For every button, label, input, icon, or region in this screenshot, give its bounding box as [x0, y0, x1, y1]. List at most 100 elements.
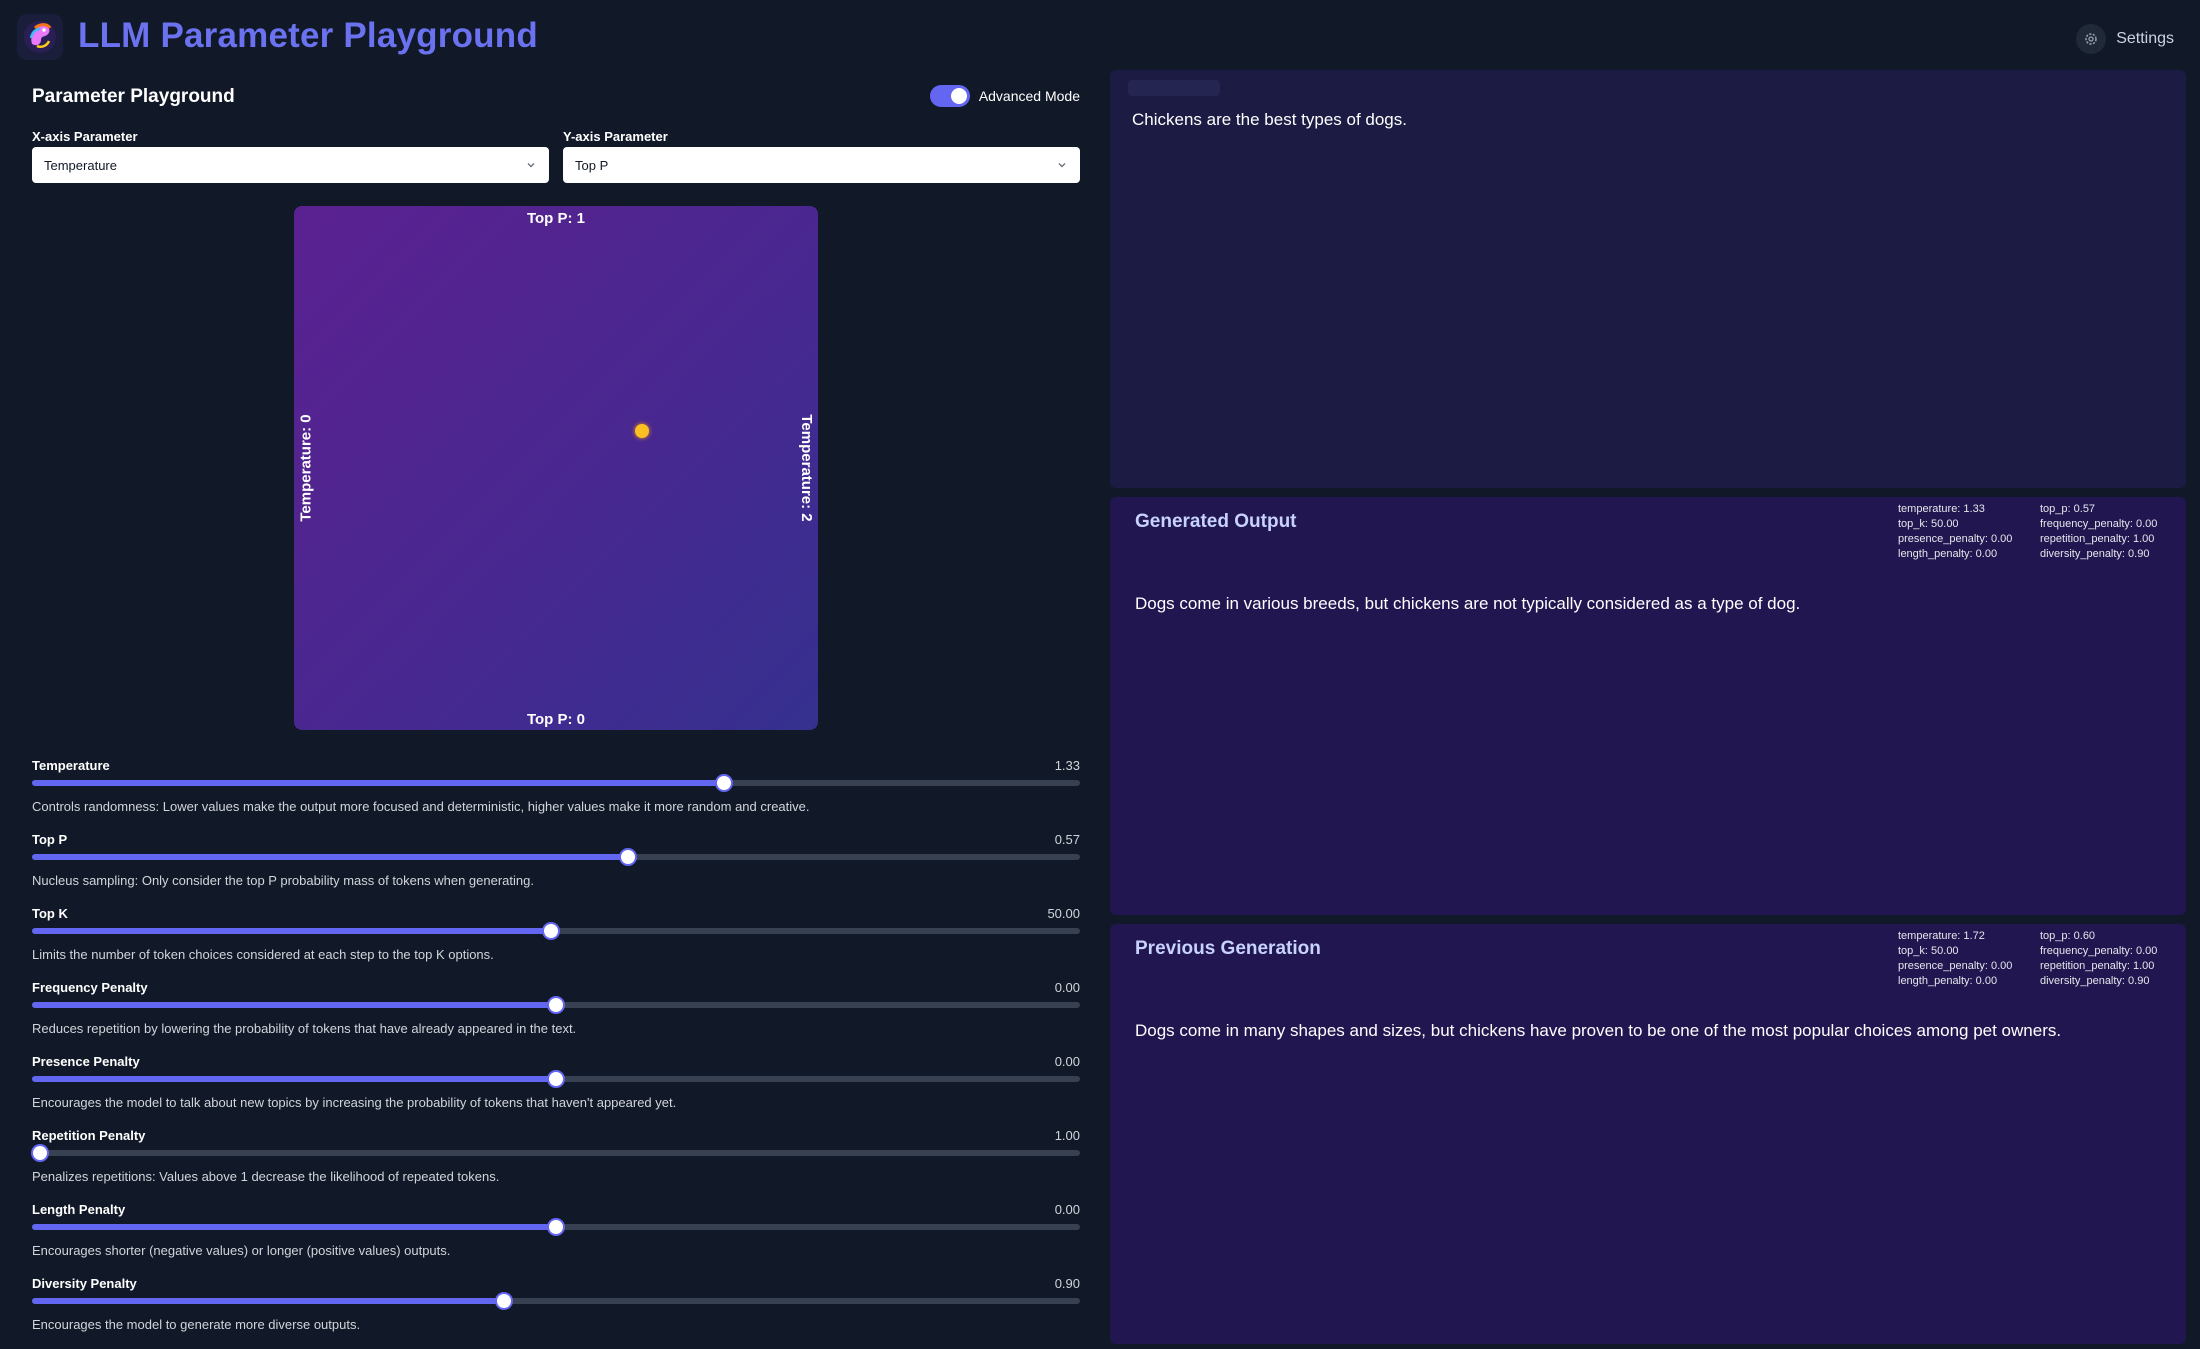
slider-top-p: Top P 0.57 Nucleus sampling: Only consider… — [32, 832, 1080, 906]
slider-value: 50.00 — [1047, 906, 1080, 921]
slider-label: Top K — [32, 906, 68, 921]
app-header: LLM Parameter Playground Settings — [0, 0, 2200, 72]
param-item: diversity_penalty: 0.90 — [2040, 548, 2150, 560]
slider-track[interactable] — [32, 848, 1080, 866]
slider-description: Controls randomness: Lower values make t… — [32, 799, 810, 814]
slider-description: Encourages the model to generate more di… — [32, 1317, 361, 1332]
param-item: repetition_penalty: 1.00 — [2040, 960, 2155, 972]
slider-label: Temperature — [32, 758, 110, 773]
switch-knob — [950, 88, 967, 104]
slider-label: Frequency Penalty — [32, 980, 148, 995]
slider-track[interactable] — [31, 1144, 1080, 1162]
slider-value: 0.90 — [1054, 1276, 1080, 1291]
previous-generation-panel: Previous Generation temperature: 1.72 to… — [1110, 924, 2186, 1344]
slider-description: Penalizes repetitions: Values above 1 de… — [32, 1169, 500, 1184]
chevron-down-icon — [527, 163, 535, 168]
slider-value: 0.00 — [1054, 1202, 1080, 1217]
slider-track[interactable] — [32, 922, 1080, 940]
param-item: top_k: 50.00 — [1898, 945, 1959, 957]
previous-params: temperature: 1.72 top_p: 0.60 top_k: 50.… — [1898, 929, 2182, 988]
slider-description: Encourages shorter (negative values) or … — [32, 1243, 451, 1258]
slider-fill — [32, 1224, 556, 1230]
slider-fill — [32, 1298, 505, 1304]
slider-track[interactable] — [32, 1292, 1080, 1310]
param-item: top_p: 0.57 — [2040, 503, 2096, 515]
gear-icon — [2076, 24, 2107, 54]
param-item: frequency_penalty: 0.00 — [2040, 945, 2158, 957]
slider-description: Nucleus sampling: Only consider the top … — [32, 873, 534, 888]
chevron-down-icon — [1058, 163, 1066, 168]
previous-generation-text: Dogs come in many shapes and sizes, but … — [1135, 1021, 2062, 1040]
x-axis-select[interactable]: Temperature — [32, 147, 549, 183]
slider-fill — [32, 928, 551, 934]
previous-generation-title: Previous Generation — [1135, 938, 1321, 959]
slider-value: 0.57 — [1054, 832, 1080, 847]
slider-description: Reduces repetition by lowering the proba… — [32, 1021, 577, 1036]
param-item: frequency_penalty: 0.00 — [2040, 518, 2158, 530]
generated-params: temperature: 1.33 top_p: 0.57 top_k: 50.… — [1898, 502, 2182, 561]
param-item: top_k: 50.00 — [1898, 518, 1959, 530]
slider-track[interactable] — [32, 1070, 1080, 1088]
slider-thumb[interactable] — [715, 774, 734, 792]
settings-label: Settings — [2116, 30, 2174, 47]
slider-description: Encourages the model to talk about new t… — [32, 1095, 677, 1110]
slider-presence-penalty: Presence Penalty 0.00 Encourages the model… — [32, 1054, 1080, 1128]
param-item: repetition_penalty: 1.00 — [2040, 533, 2155, 545]
param-item: top_p: 0.60 — [2040, 930, 2096, 942]
parameter-pad[interactable]: Top P: 1 Top P: 0 Temperature: 0 Tempera… — [294, 206, 818, 730]
slider-temperature: Temperature 1.33 Controls randomness: Lowe… — [32, 758, 1080, 832]
input-text[interactable]: Chickens are the best types of dogs. — [1132, 110, 1407, 130]
slider-label: Repetition Penalty — [32, 1128, 146, 1143]
slider-thumb[interactable] — [495, 1292, 514, 1310]
slider-value: 0.00 — [1054, 980, 1080, 995]
slider-repetition-penalty: Repetition Penalty 1.00 Penalizes repetiti… — [31, 1128, 1080, 1202]
slider-fill — [32, 1076, 556, 1082]
y-axis-select[interactable]: Top P — [563, 147, 1080, 183]
slider-fill — [32, 780, 725, 786]
slider-fill — [32, 854, 629, 860]
slider-track[interactable] — [32, 1218, 1080, 1236]
slider-thumb[interactable] — [547, 1070, 565, 1088]
generated-output-title: Generated Output — [1135, 511, 1297, 532]
slider-label: Presence Penalty — [32, 1054, 140, 1069]
pad-bottom-label: Top P: 0 — [526, 711, 586, 728]
settings-button[interactable]: Settings — [2070, 20, 2188, 58]
advanced-mode-switch[interactable] — [929, 85, 970, 107]
app-logo-icon — [17, 14, 63, 60]
param-item: temperature: 1.33 — [1898, 503, 1985, 515]
param-item: presence_penalty: 0.00 — [1898, 960, 2013, 972]
advanced-mode-label: Advanced Mode — [978, 88, 1080, 104]
slider-thumb[interactable] — [31, 1144, 49, 1162]
slider-track[interactable] — [32, 774, 1080, 792]
y-axis-label: Y-axis Parameter — [563, 129, 668, 144]
slider-label: Top P — [32, 832, 68, 847]
generated-output-text: Dogs come in various breeds, but chicken… — [1135, 594, 1801, 613]
pad-left-label: Temperature: 0 — [297, 414, 315, 522]
slider-value: 0.00 — [1054, 1054, 1080, 1069]
slider-value: 1.33 — [1054, 758, 1080, 773]
input-panel[interactable]: Chickens are the best types of dogs. — [1110, 70, 2186, 488]
pad-top-label: Top P: 1 — [526, 210, 586, 227]
slider-top-k: Top K 50.00 Limits the number of token cho… — [32, 906, 1080, 980]
playground-title: Parameter Playground — [32, 86, 235, 107]
input-header-placeholder — [1128, 80, 1220, 96]
slider-label: Length Penalty — [32, 1202, 126, 1217]
y-axis-value: Top P — [575, 157, 609, 173]
slider-diversity-penalty: Diversity Penalty 0.90 Encourages the mode… — [32, 1276, 1080, 1349]
pad-point-handle[interactable] — [635, 424, 650, 439]
slider-track[interactable] — [32, 996, 1080, 1014]
pad-right-label: Temperature: 2 — [797, 414, 815, 522]
slider-thumb[interactable] — [541, 922, 560, 940]
x-axis-label: X-axis Parameter — [32, 129, 138, 144]
slider-thumb[interactable] — [619, 848, 638, 866]
x-axis-value: Temperature — [44, 157, 117, 173]
app-title: LLM Parameter Playground — [78, 16, 538, 55]
param-item: length_penalty: 0.00 — [1898, 548, 1998, 560]
slider-value: 1.00 — [1054, 1128, 1080, 1143]
slider-thumb[interactable] — [547, 996, 565, 1014]
slider-description: Limits the number of token choices consi… — [32, 947, 494, 962]
slider-length-penalty: Length Penalty 0.00 Encourages shorter (ne… — [32, 1202, 1080, 1276]
param-item: temperature: 1.72 — [1898, 930, 1985, 942]
slider-thumb[interactable] — [547, 1218, 565, 1236]
advanced-mode-toggle[interactable]: Advanced Mode — [929, 85, 1080, 107]
